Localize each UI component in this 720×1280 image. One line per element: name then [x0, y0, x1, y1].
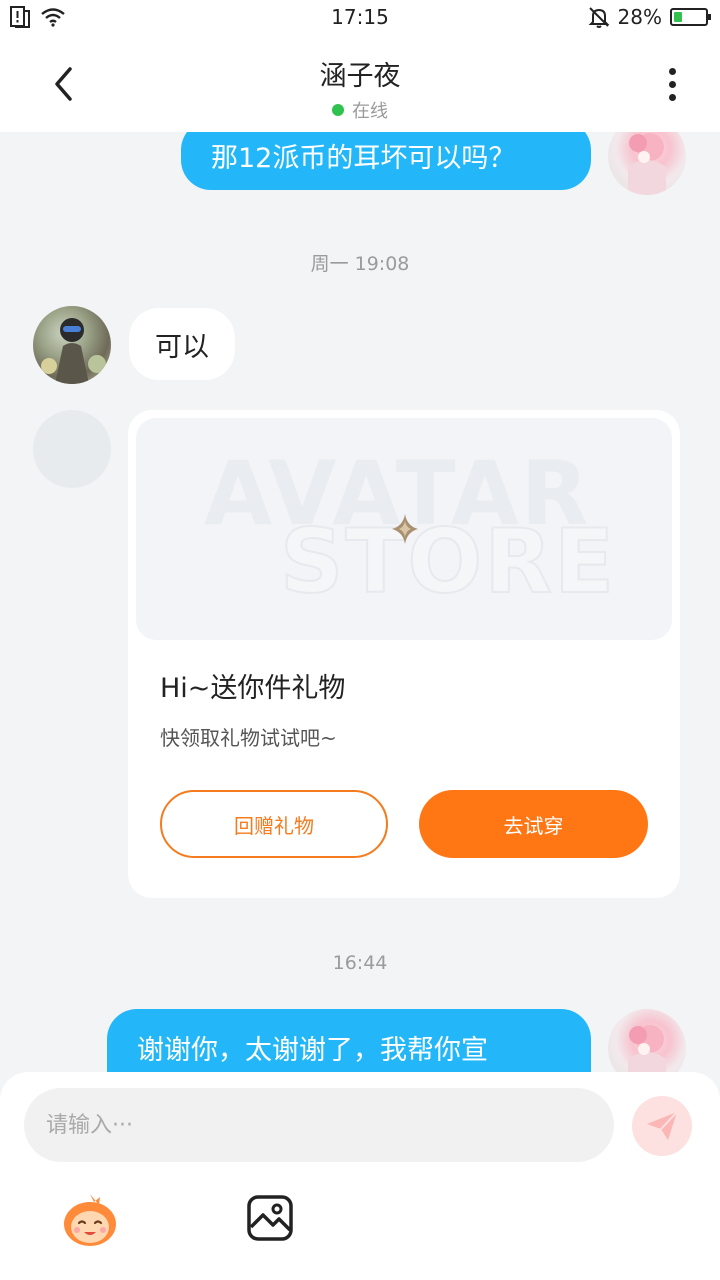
gift-card-subtitle: 快领取礼物试试吧~ [160, 726, 337, 750]
image-button[interactable] [246, 1194, 294, 1242]
send-button[interactable] [632, 1096, 692, 1156]
online-status-label: 在线 [352, 101, 388, 122]
message-bubble-self[interactable]: 谢谢你，太谢谢了，我帮你宣 [107, 1009, 591, 1072]
more-icon-dot [668, 93, 676, 101]
message-bubble-contact[interactable]: 可以 [129, 308, 235, 380]
self-avatar[interactable] [608, 132, 686, 195]
send-icon [647, 1111, 678, 1140]
mute-bell-icon [588, 7, 609, 28]
battery-level [674, 12, 683, 22]
status-bar: 17:15 28% [0, 0, 720, 36]
online-dot-icon [332, 104, 344, 116]
contact-name: 涵子夜 [319, 61, 401, 92]
message-timestamp: 16:44 [332, 952, 388, 974]
chat-header: 涵子夜 在线 [0, 36, 720, 132]
message-text: 可以 [155, 331, 209, 363]
try-on-button[interactable]: 去试穿 [419, 790, 648, 858]
online-status: 在线 [0, 97, 720, 123]
emoji-icon [64, 1194, 116, 1246]
image-icon [247, 1195, 293, 1241]
chat-message-list[interactable]: 那12派币的耳坏可以吗？ 周一 19:08 可以 AVATAR STORE Hi… [0, 132, 720, 1072]
sparkle-icon [392, 514, 418, 544]
message-text: 谢谢你，太谢谢了，我帮你宣 [137, 1034, 488, 1066]
banner-watermark-store: STORE [279, 509, 617, 614]
more-icon [668, 67, 676, 75]
gift-card-title: Hi~送你件礼物 [160, 673, 346, 704]
battery-icon [670, 8, 711, 26]
more-icon-dot [668, 80, 676, 88]
contact-avatar-placeholder [33, 410, 111, 488]
contact-avatar[interactable] [33, 306, 111, 384]
emoji-button[interactable] [60, 1192, 120, 1248]
battery-percent: 28% [617, 5, 662, 29]
gift-card-banner: AVATAR STORE [136, 418, 672, 640]
input-panel [0, 1072, 720, 1280]
more-button[interactable] [652, 64, 692, 104]
avatar-illustration [628, 1025, 666, 1072]
avatar-illustration [41, 318, 106, 384]
message-timestamp: 周一 19:08 [310, 253, 410, 275]
chat-title-group: 涵子夜 在线 [0, 54, 720, 123]
message-bubble-self[interactable]: 那12派币的耳坏可以吗？ [181, 132, 591, 190]
return-gift-button[interactable]: 回赠礼物 [160, 790, 388, 858]
gift-card[interactable]: AVATAR STORE Hi~送你件礼物 快领取礼物试试吧~ 回赠礼物 去试穿 [128, 410, 680, 898]
self-avatar[interactable] [608, 1009, 686, 1072]
message-text: 那12派币的耳坏可以吗？ [211, 142, 516, 174]
status-right-icons: 28% [588, 5, 711, 29]
message-input[interactable] [24, 1088, 614, 1162]
avatar-illustration [628, 133, 666, 195]
